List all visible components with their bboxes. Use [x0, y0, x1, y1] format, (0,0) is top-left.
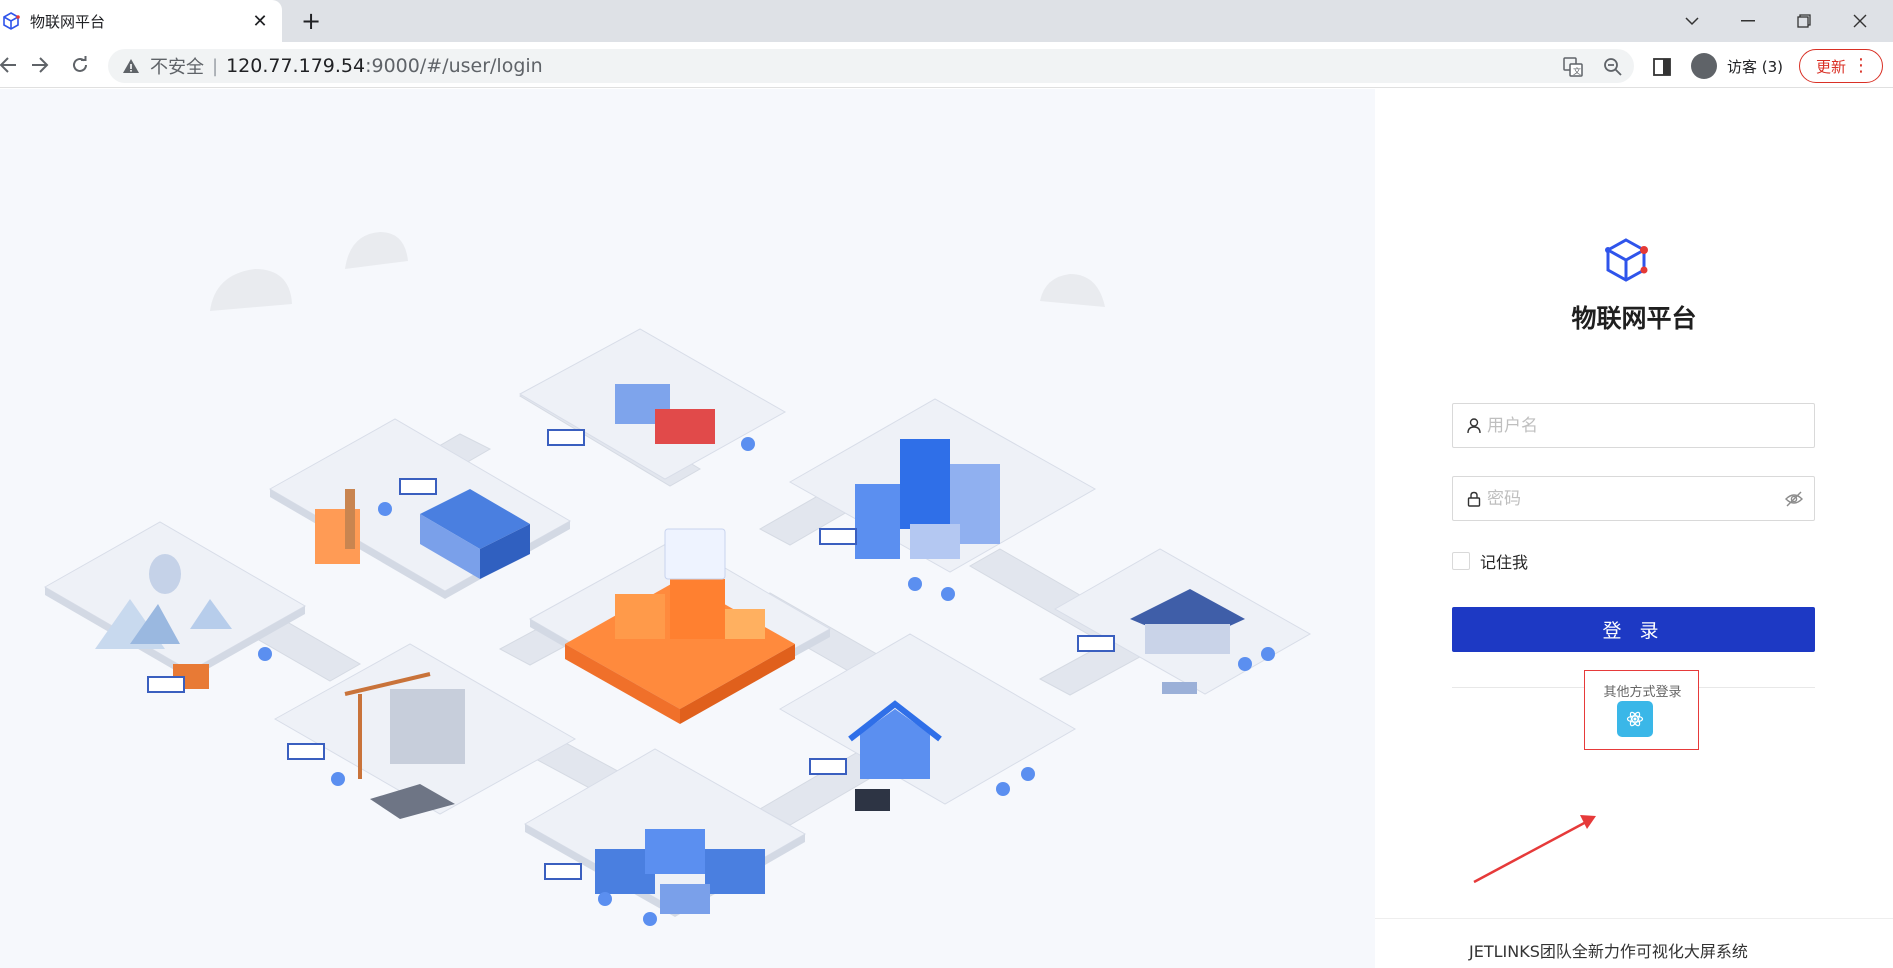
- tab-search-icon[interactable]: [1664, 0, 1720, 42]
- forward-button[interactable]: [26, 51, 54, 79]
- remember-me-checkbox[interactable]: 记住我: [1452, 549, 1528, 573]
- update-label: 更新: [1816, 57, 1847, 76]
- url-separator: |: [212, 55, 219, 77]
- lock-icon: [1465, 490, 1483, 508]
- login-button[interactable]: 登 录: [1452, 607, 1815, 652]
- browser-tab[interactable]: 物联网平台 ✕: [0, 0, 282, 42]
- sso-login-button[interactable]: [1617, 701, 1653, 737]
- annotation-arrow: [1473, 815, 1596, 884]
- profile-label: 访客 (3): [1727, 57, 1784, 76]
- tab-strip: 物联网平台 ✕ +: [0, 0, 1893, 42]
- close-tab-icon[interactable]: ✕: [248, 9, 272, 33]
- svg-text:文: 文: [1573, 66, 1581, 76]
- footer-divider: [1375, 918, 1893, 919]
- minimize-button[interactable]: [1720, 0, 1776, 42]
- hero-illustration: [43, 232, 1312, 926]
- more-menu-icon: ⋮: [1852, 55, 1870, 76]
- reload-button[interactable]: [66, 51, 94, 79]
- back-button[interactable]: [0, 51, 22, 79]
- warning-icon: [123, 59, 139, 73]
- user-icon: [1465, 417, 1483, 435]
- url-text: 120.77.179.54:9000/#/user/login: [226, 55, 543, 77]
- tab-title: 物联网平台: [30, 12, 106, 31]
- new-tab-button[interactable]: +: [298, 7, 324, 35]
- other-login-highlight: 其他方式登录: [1584, 670, 1699, 750]
- translate-icon[interactable]: 文: [1563, 57, 1583, 77]
- login-page: 物联网平台 记住我 登 录 其他方式登录: [0, 89, 1893, 968]
- isometric-city-illustration: [0, 89, 1375, 968]
- cube-icon: [3, 12, 20, 30]
- footer-text: JETLINKS团队全新力作可视化大屏系统: [1469, 942, 1748, 961]
- profile-button[interactable]: 访客 (3): [1683, 49, 1791, 83]
- password-field[interactable]: [1452, 476, 1815, 521]
- security-label: 不安全: [150, 57, 204, 78]
- login-panel: 物联网平台 记住我 登 录 其他方式登录: [1375, 89, 1893, 968]
- cube-logo-icon: [1605, 238, 1648, 282]
- brand-title: 物联网平台: [1571, 304, 1697, 333]
- atom-icon: [1626, 711, 1644, 727]
- other-login-label: 其他方式登录: [1603, 685, 1682, 700]
- checkbox-box[interactable]: [1452, 552, 1470, 570]
- zoom-out-icon[interactable]: [1603, 57, 1623, 77]
- eye-off-icon[interactable]: [1784, 490, 1804, 508]
- update-button[interactable]: 更新 ⋮: [1799, 49, 1883, 83]
- remember-me-label: 记住我: [1480, 553, 1529, 572]
- avatar: [1691, 53, 1717, 79]
- restore-button[interactable]: [1776, 0, 1832, 42]
- side-panel-icon[interactable]: [1652, 57, 1672, 77]
- close-window-button[interactable]: [1832, 0, 1888, 42]
- username-input[interactable]: [1487, 415, 1777, 436]
- address-bar[interactable]: 不安全 | 120.77.179.54:9000/#/user/login: [108, 49, 1634, 83]
- username-field[interactable]: [1452, 403, 1815, 448]
- password-input[interactable]: [1487, 488, 1777, 509]
- toolbar: 不安全 | 120.77.179.54:9000/#/user/login 文 …: [0, 42, 1893, 88]
